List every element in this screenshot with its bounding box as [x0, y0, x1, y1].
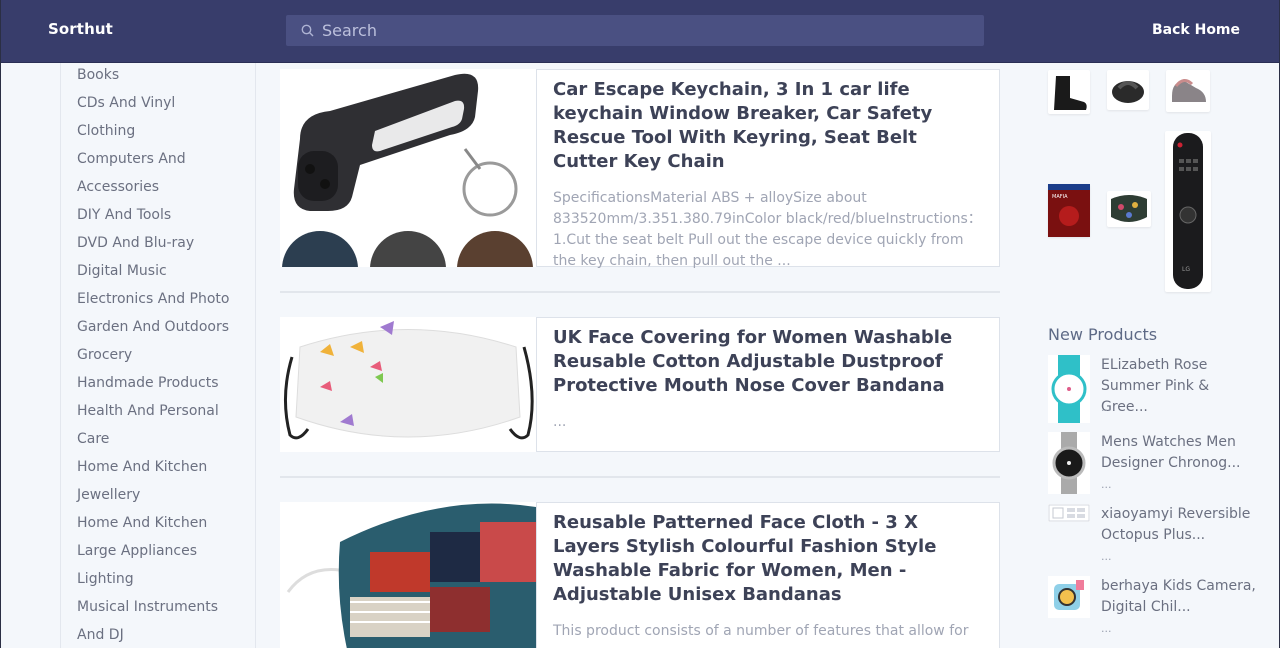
divider [280, 476, 1000, 478]
category-list: Books CDs And Vinyl Clothing Computers A… [61, 63, 255, 648]
divider [280, 291, 1000, 293]
category-item[interactable]: Grocery [61, 344, 255, 372]
product-card[interactable]: Car Escape Keychain, 3 In 1 car life key… [280, 69, 1000, 269]
category-item[interactable]: Clothing [61, 120, 255, 148]
product-description: ... [553, 414, 567, 430]
category-item[interactable]: Garden And Outdoors [61, 316, 255, 344]
product-list: Car Escape Keychain, 3 In 1 car life key… [280, 63, 1000, 648]
new-product-name[interactable]: berhaya Kids Camera, Digital Chil... [1101, 576, 1257, 618]
product-info: Reusable Patterned Face Cloth - 3 X Laye… [536, 502, 1000, 648]
category-item[interactable]: Computers And [61, 148, 255, 176]
remote-brand-label: LG [1182, 266, 1190, 273]
category-item[interactable]: CDs And Vinyl [61, 92, 255, 120]
mini-product-mask[interactable] [1107, 191, 1151, 227]
game-cover-label: MAFIA [1052, 194, 1068, 200]
product-card[interactable]: UK Face Covering for Women Washable Reus… [280, 317, 1000, 452]
product-title[interactable]: Car Escape Keychain, 3 In 1 car life key… [553, 78, 983, 174]
category-item[interactable]: Lighting [61, 568, 255, 596]
new-product-name[interactable]: Mens Watches Men Designer Chronog... [1101, 432, 1257, 474]
category-item[interactable]: Handmade Products [61, 372, 255, 400]
mini-product-boots[interactable] [1048, 70, 1090, 114]
product-description: This product consists of a number of fea… [553, 623, 969, 639]
search-bar[interactable] [286, 15, 984, 46]
product-card[interactable]: Reusable Patterned Face Cloth - 3 X Laye… [280, 502, 1000, 648]
product-description: SpecificationsMaterial ABS + alloySize a… [553, 190, 982, 269]
new-products-heading: New Products [1048, 325, 1158, 344]
brand-logo[interactable]: Sorthut [48, 20, 113, 38]
category-sidebar: Books CDs And Vinyl Clothing Computers A… [60, 63, 256, 648]
category-item[interactable]: Home And Kitchen [61, 512, 255, 540]
product-image-face-cloth[interactable] [280, 502, 536, 648]
product-image-keychain[interactable] [280, 69, 536, 267]
search-icon [300, 24, 314, 38]
product-title[interactable]: Reusable Patterned Face Cloth - 3 X Laye… [553, 511, 983, 607]
new-product-item[interactable]: xiaoyamyi Reversible Octopus Plus... ... [1048, 504, 1268, 576]
mini-product-game[interactable]: MAFIA [1048, 184, 1090, 237]
category-item[interactable]: DVD And Blu-ray [61, 232, 255, 260]
category-item[interactable]: Musical Instruments [61, 596, 255, 624]
mini-product-remote[interactable]: LG [1165, 131, 1211, 292]
category-item[interactable]: Large Appliances [61, 540, 255, 568]
category-item[interactable]: And DJ [61, 624, 255, 648]
category-item[interactable]: Electronics And Photo [61, 288, 255, 316]
category-item[interactable]: Jewellery [61, 484, 255, 512]
product-image-face-covering[interactable] [280, 317, 536, 452]
category-item[interactable]: Digital Music [61, 260, 255, 288]
category-item[interactable]: Home And Kitchen [61, 456, 255, 484]
search-input[interactable] [314, 15, 984, 46]
product-title[interactable]: UK Face Covering for Women Washable Reus… [553, 326, 983, 398]
new-product-name[interactable]: xiaoyamyi Reversible Octopus Plus... [1101, 504, 1257, 546]
right-column: MAFIA LG New Products ELizabeth Rose Sum… [1040, 63, 1280, 648]
new-product-image[interactable] [1048, 355, 1090, 423]
new-product-item[interactable]: ELizabeth Rose Summer Pink & Gree... ... [1048, 355, 1268, 427]
mini-product-slippers[interactable] [1107, 70, 1149, 110]
category-item[interactable]: Health And Personal [61, 400, 255, 428]
new-product-item[interactable]: Mens Watches Men Designer Chronog... ... [1048, 432, 1268, 504]
new-product-item[interactable]: berhaya Kids Camera, Digital Chil... ... [1048, 576, 1268, 648]
new-product-desc: ... [1101, 622, 1112, 635]
category-item[interactable]: DIY And Tools [61, 204, 255, 232]
category-item[interactable]: Care [61, 428, 255, 456]
category-item[interactable]: Accessories [61, 176, 255, 204]
mini-product-slipper-boots[interactable] [1166, 70, 1210, 112]
new-product-desc: ... [1101, 478, 1112, 491]
product-info: UK Face Covering for Women Washable Reus… [536, 317, 1000, 452]
new-product-desc: ... [1101, 401, 1112, 414]
new-product-image[interactable] [1048, 576, 1090, 618]
top-navbar: Sorthut Back Home [0, 0, 1280, 63]
new-product-name[interactable]: ELizabeth Rose Summer Pink & Gree... [1101, 355, 1257, 418]
product-info: Car Escape Keychain, 3 In 1 car life key… [536, 69, 1000, 269]
new-product-image[interactable] [1048, 432, 1090, 494]
image-placeholder-icon[interactable] [1048, 504, 1090, 522]
new-product-desc: ... [1101, 550, 1112, 563]
category-item[interactable]: Books [61, 64, 255, 92]
back-home-link[interactable]: Back Home [1152, 22, 1240, 38]
